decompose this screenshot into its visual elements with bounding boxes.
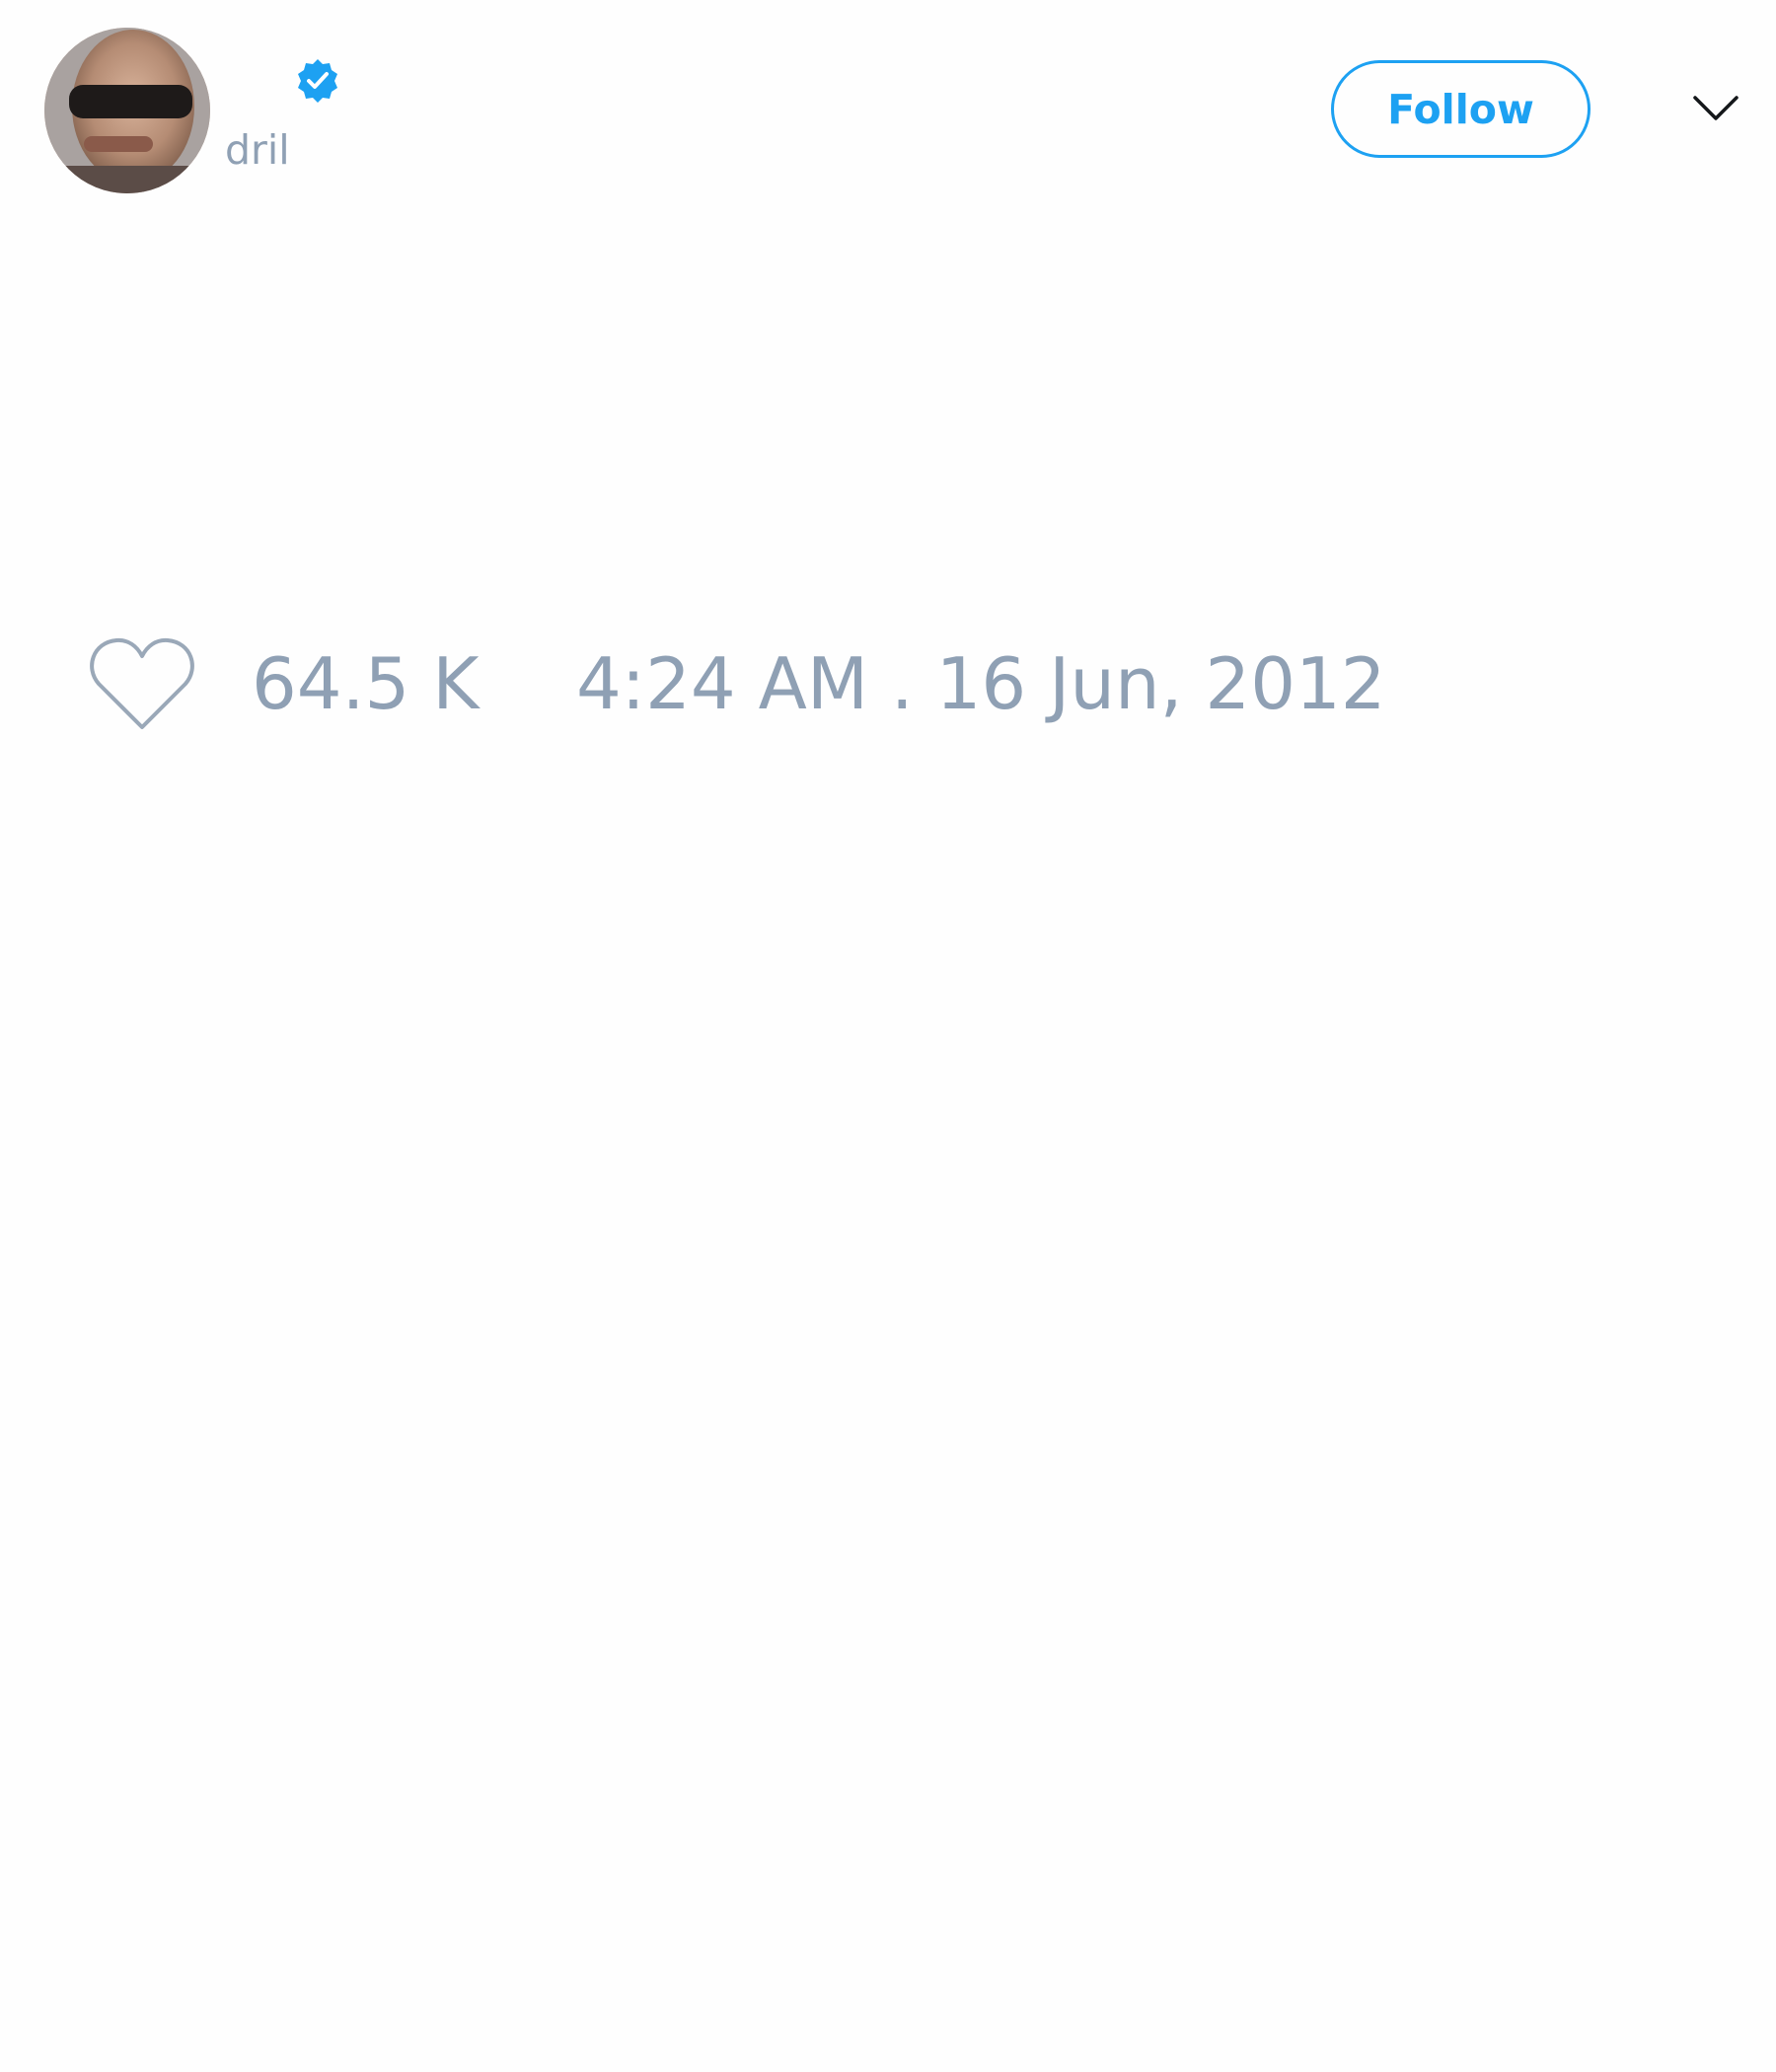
heart-icon[interactable] (89, 636, 195, 731)
verified-badge-icon (294, 57, 341, 105)
like-count: 64.5 K (252, 642, 480, 725)
avatar[interactable] (44, 28, 210, 193)
chevron-down-icon[interactable] (1692, 94, 1739, 123)
tweet-timestamp[interactable]: 4:24 AM . 16 Jun, 2012 (576, 643, 1386, 724)
author-handle[interactable]: dril (225, 126, 290, 174)
follow-button[interactable]: Follow (1331, 60, 1591, 158)
